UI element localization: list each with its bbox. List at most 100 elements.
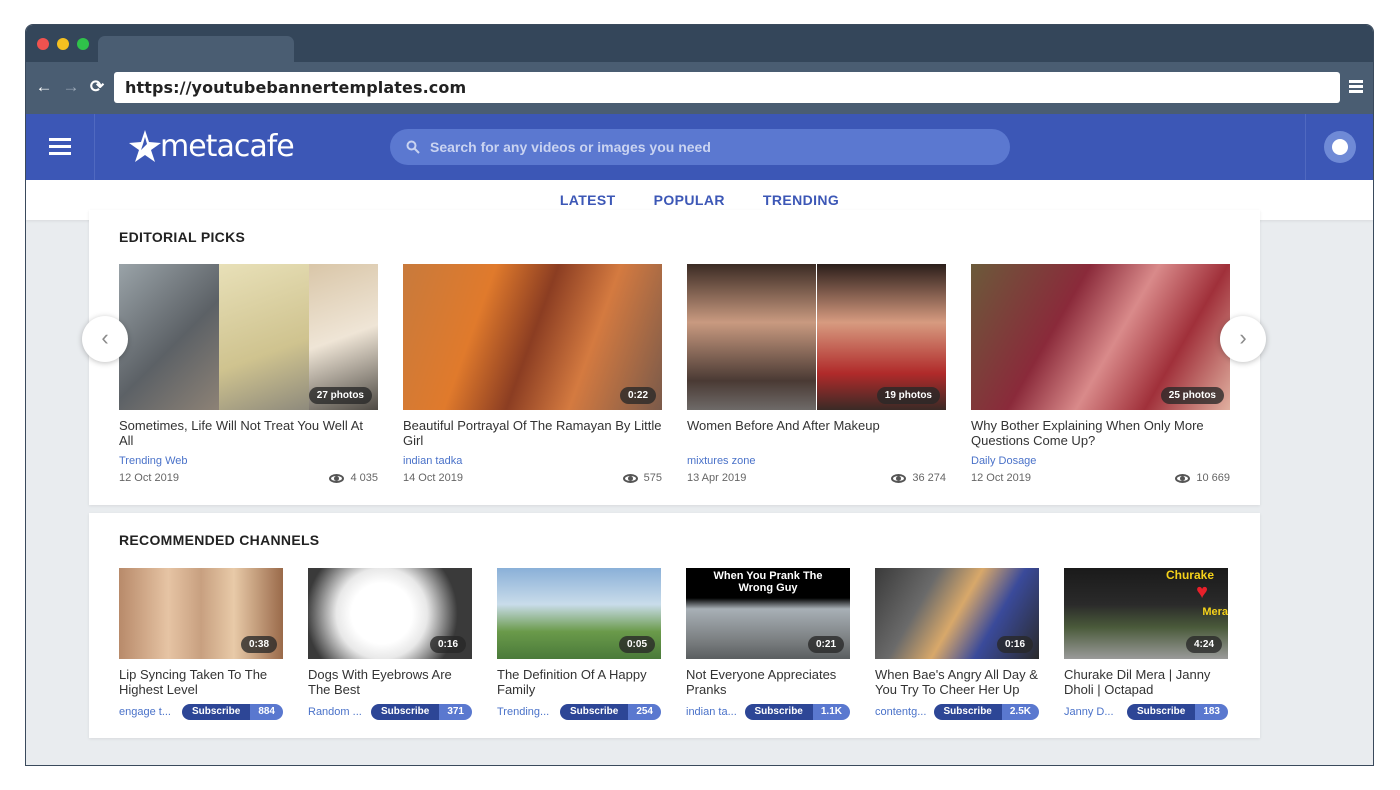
section-title: RECOMMENDED CHANNELS — [119, 532, 320, 548]
media-badge: 4:24 — [1185, 636, 1222, 653]
subscriber-count: 183 — [1195, 704, 1228, 720]
subscriber-count: 2.5K — [1001, 704, 1039, 720]
pick-date: 13 Apr 2019 — [687, 472, 747, 484]
media-badge: 0:16 — [996, 636, 1033, 653]
user-avatar-icon[interactable] — [1324, 131, 1356, 163]
channel-video-title[interactable]: Churake Dil Mera | Janny Dholi | Octapad — [1064, 667, 1228, 699]
logo-star-icon — [129, 130, 161, 162]
subscribe-button[interactable]: Subscribe 254 — [559, 704, 661, 720]
thumbnail-overlay-text: Churake — [1165, 568, 1214, 582]
media-badge: 0:16 — [429, 636, 466, 653]
subscribe-button[interactable]: Subscribe 371 — [370, 704, 472, 720]
subscriber-count: 1.1K — [812, 704, 850, 720]
thumbnail[interactable]: 0:16 — [308, 568, 472, 659]
site-logo[interactable]: metacafe — [127, 127, 295, 165]
heart-icon: ♥ — [1196, 581, 1208, 603]
eye-icon — [891, 473, 907, 483]
carousel-prev-icon[interactable]: ‹ — [82, 316, 128, 362]
channel-card[interactable]: 0:38 Lip Syncing Taken To The Highest Le… — [119, 568, 283, 720]
channel-name[interactable]: Trending... — [497, 706, 549, 718]
media-badge: 27 photos — [308, 387, 372, 404]
browser-titlebar — [26, 25, 1373, 62]
channel-card[interactable]: 0:16 When Bae's Angry All Day & You Try … — [875, 568, 1039, 720]
pick-date: 14 Oct 2019 — [403, 472, 463, 484]
thumbnail-overlay-text: When You Prank The Wrong Guy — [713, 570, 823, 594]
pick-views: 10 669 — [1196, 472, 1230, 484]
maximize-window-icon[interactable] — [77, 38, 89, 50]
channel-card[interactable]: 0:05 The Definition Of A Happy Family Tr… — [497, 568, 661, 720]
channel-video-title[interactable]: Dogs With Eyebrows Are The Best — [308, 667, 472, 699]
editorial-picks-section: EDITORIAL PICKS 27 photos Sometimes, Lif… — [89, 210, 1260, 505]
browser-menu-icon[interactable] — [1349, 80, 1363, 94]
channel-name[interactable]: engage t... — [119, 706, 171, 718]
pick-meta: 12 Oct 2019 10 669 — [971, 472, 1230, 484]
thumbnail[interactable]: 0:38 — [119, 568, 283, 659]
pick-title[interactable]: Women Before And After Makeup — [687, 418, 946, 450]
pick-card[interactable]: 0:22 Beautiful Portrayal Of The Ramayan … — [403, 264, 662, 484]
hamburger-menu-icon[interactable] — [26, 114, 95, 180]
channel-video-title[interactable]: Lip Syncing Taken To The Highest Level — [119, 667, 283, 699]
pick-channel[interactable]: Trending Web — [119, 455, 378, 467]
subscriber-count: 884 — [250, 704, 283, 720]
channel-name[interactable]: contentg... — [875, 706, 926, 718]
back-arrow-icon[interactable]: ← — [34, 77, 54, 97]
thumbnail-overlay-text: Mera — [1202, 606, 1228, 618]
media-badge: 0:38 — [240, 636, 277, 653]
eye-icon — [329, 473, 345, 483]
user-account[interactable] — [1305, 114, 1373, 180]
media-badge: 25 photos — [1160, 387, 1224, 404]
browser-tab[interactable] — [98, 36, 294, 62]
thumbnail[interactable]: 25 photos — [971, 264, 1230, 410]
reload-icon[interactable]: ⟳ — [87, 77, 107, 97]
pick-views: 36 274 — [912, 472, 946, 484]
subscribe-button[interactable]: Subscribe 884 — [181, 704, 283, 720]
nav-popular[interactable]: POPULAR — [654, 192, 725, 208]
minimize-window-icon[interactable] — [57, 38, 69, 50]
media-badge: 0:05 — [618, 636, 655, 653]
logo-text: metacafe — [160, 128, 295, 164]
pick-channel[interactable]: mixtures zone — [687, 455, 946, 467]
thumbnail[interactable]: 27 photos — [119, 264, 378, 410]
url-input[interactable]: https://youtubebannertemplates.com — [114, 72, 1340, 103]
nav-trending[interactable]: TRENDING — [763, 192, 839, 208]
thumbnail[interactable]: 0:16 — [875, 568, 1039, 659]
carousel-next-icon[interactable]: › — [1220, 316, 1266, 362]
pick-title[interactable]: Why Bother Explaining When Only More Que… — [971, 418, 1230, 450]
channel-card[interactable]: 0:16 Dogs With Eyebrows Are The Best Ran… — [308, 568, 472, 720]
subscribe-button[interactable]: Subscribe 2.5K — [933, 704, 1039, 720]
search-input[interactable]: Search for any videos or images you need — [390, 129, 1010, 165]
pick-views: 575 — [643, 472, 662, 484]
pick-card[interactable]: 27 photos Sometimes, Life Will Not Treat… — [119, 264, 378, 484]
forward-arrow-icon[interactable]: → — [61, 77, 81, 97]
nav-latest[interactable]: LATEST — [560, 192, 616, 208]
section-title: EDITORIAL PICKS — [119, 229, 246, 245]
channel-name[interactable]: indian ta... — [686, 706, 737, 718]
pick-card[interactable]: 25 photos Why Bother Explaining When Onl… — [971, 264, 1230, 484]
thumbnail[interactable]: When You Prank The Wrong Guy 0:21 — [686, 568, 850, 659]
channel-video-title[interactable]: Not Everyone Appreciates Pranks — [686, 667, 850, 699]
channel-name[interactable]: Random ... — [308, 706, 362, 718]
thumbnail[interactable]: 0:22 — [403, 264, 662, 410]
pick-card[interactable]: 19 photos Women Before And After Makeup … — [687, 264, 946, 484]
channel-card[interactable]: When You Prank The Wrong Guy 0:21 Not Ev… — [686, 568, 850, 720]
channel-video-title[interactable]: When Bae's Angry All Day & You Try To Ch… — [875, 667, 1039, 699]
pick-date: 12 Oct 2019 — [971, 472, 1031, 484]
pick-channel[interactable]: indian tadka — [403, 455, 662, 467]
pick-title[interactable]: Beautiful Portrayal Of The Ramayan By Li… — [403, 418, 662, 450]
pick-channel[interactable]: Daily Dosage — [971, 455, 1230, 467]
subscribe-button[interactable]: Subscribe 183 — [1126, 704, 1228, 720]
thumbnail[interactable]: Churake ♥ Mera 4:24 — [1064, 568, 1228, 659]
pick-title[interactable]: Sometimes, Life Will Not Treat You Well … — [119, 418, 378, 450]
thumbnail[interactable]: 19 photos — [687, 264, 946, 410]
channel-card[interactable]: Churake ♥ Mera 4:24 Churake Dil Mera | J… — [1064, 568, 1228, 720]
thumbnail[interactable]: 0:05 — [497, 568, 661, 659]
close-window-icon[interactable] — [37, 38, 49, 50]
pick-views: 4 035 — [350, 472, 378, 484]
recommended-channels-section: RECOMMENDED CHANNELS 0:38 Lip Syncing Ta… — [89, 513, 1260, 738]
search-placeholder: Search for any videos or images you need — [430, 139, 711, 155]
subscribe-button[interactable]: Subscribe 1.1K — [744, 704, 850, 720]
eye-icon — [622, 473, 638, 483]
channel-name[interactable]: Janny D... — [1064, 706, 1114, 718]
search-icon — [406, 140, 420, 154]
channel-video-title[interactable]: The Definition Of A Happy Family — [497, 667, 661, 699]
